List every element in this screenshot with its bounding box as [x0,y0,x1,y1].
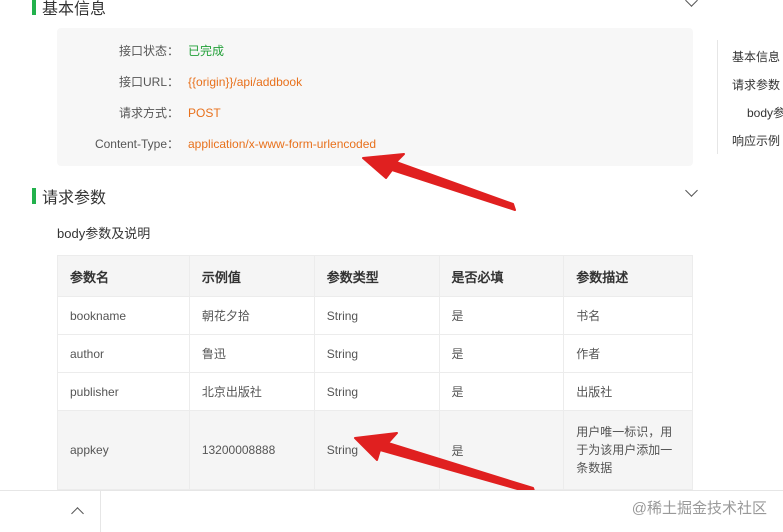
col-header-name: 参数名 [57,255,190,297]
method-value: POST [188,106,221,120]
table-row: publisher 北京出版社 String 是 出版社 [57,372,693,411]
basic-info-header[interactable]: 基本信息 [32,0,106,19]
toc-item-basic-info[interactable]: 基本信息 [732,48,780,65]
collapse-request-params-chevron-icon[interactable] [685,184,698,197]
watermark-text: @稀土掘金技术社区 [631,500,767,517]
col-header-required: 是否必填 [438,255,565,297]
param-example: 朝花夕拾 [188,296,315,335]
info-row-url: 接口URL： {{origin}}/api/addbook [57,74,693,90]
param-description: 用户唯一标识，用 于为该用户添加一 条数据 [563,410,693,490]
info-row-method: 请求方式： POST [57,105,693,121]
collapse-basic-info-chevron-icon[interactable] [685,0,698,7]
param-name: publisher [57,372,190,411]
status-label: 接口状态： [118,44,179,58]
body-params-subtitle: body参数及说明 [57,226,151,241]
status-value: 已完成 [188,44,225,58]
basic-info-title: 基本信息 [42,1,107,18]
col-header-type: 参数类型 [313,255,440,297]
url-label: 接口URL： [118,75,179,89]
param-required: 是 [438,372,565,411]
param-description: 作者 [563,334,693,373]
param-name: author [57,334,190,373]
request-params-header[interactable]: 请求参数 [32,184,106,208]
params-table: 参数名 示例值 参数类型 是否必填 参数描述 bookname 朝花夕拾 Str… [57,255,693,490]
param-required: 是 [438,334,565,373]
section-accent-bar [32,0,36,15]
url-value: {{origin}}/api/addbook [188,75,303,89]
param-type: String [313,372,440,411]
table-row: bookname 朝花夕拾 String 是 书名 [57,296,693,335]
table-header-row: 参数名 示例值 参数类型 是否必填 参数描述 [57,255,693,297]
table-row: author 鲁迅 String 是 作者 [57,334,693,373]
param-description: 出版社 [563,372,693,411]
param-required: 是 [438,296,565,335]
request-params-title: 请求参数 [42,190,107,207]
section-accent-bar [32,188,36,204]
content-type-value: application/x-www-form-urlencoded [188,137,377,151]
table-row: appkey 13200008888 String 是 用户唯一标识，用 于为该… [57,410,693,490]
content-type-label: Content-Type： [94,137,179,151]
method-label: 请求方式： [118,106,179,120]
toc-item-request-params[interactable]: 请求参数 [732,76,780,93]
toc-nav: 基本信息 请求参数 body参 响应示例 [717,40,783,154]
desc-line: 于为该用户添加一 [576,443,673,457]
param-description: 书名 [563,296,693,335]
param-example: 北京出版社 [188,372,315,411]
col-header-example: 示例值 [188,255,315,297]
info-row-status: 接口状态： 已完成 [57,43,693,59]
scroll-to-top-chevron-up-icon[interactable] [71,507,84,520]
col-header-description: 参数描述 [563,255,693,297]
info-row-content-type: Content-Type： application/x-www-form-url… [57,136,693,152]
toc-item-body-params[interactable]: body参 [747,104,783,121]
desc-line: 用户唯一标识，用 [576,425,673,439]
param-name: bookname [57,296,190,335]
param-name: appkey [57,410,190,490]
param-example: 13200008888 [188,410,315,490]
param-type: String [313,334,440,373]
toolbar-divider [100,491,101,532]
param-example: 鲁迅 [188,334,315,373]
toc-item-response-example[interactable]: 响应示例 [732,132,780,149]
desc-line: 条数据 [576,461,613,475]
param-type: String [313,410,440,490]
param-type: String [313,296,440,335]
basic-info-panel: 接口状态： 已完成 接口URL： {{origin}}/api/addbook … [57,28,693,166]
param-required: 是 [438,410,565,490]
